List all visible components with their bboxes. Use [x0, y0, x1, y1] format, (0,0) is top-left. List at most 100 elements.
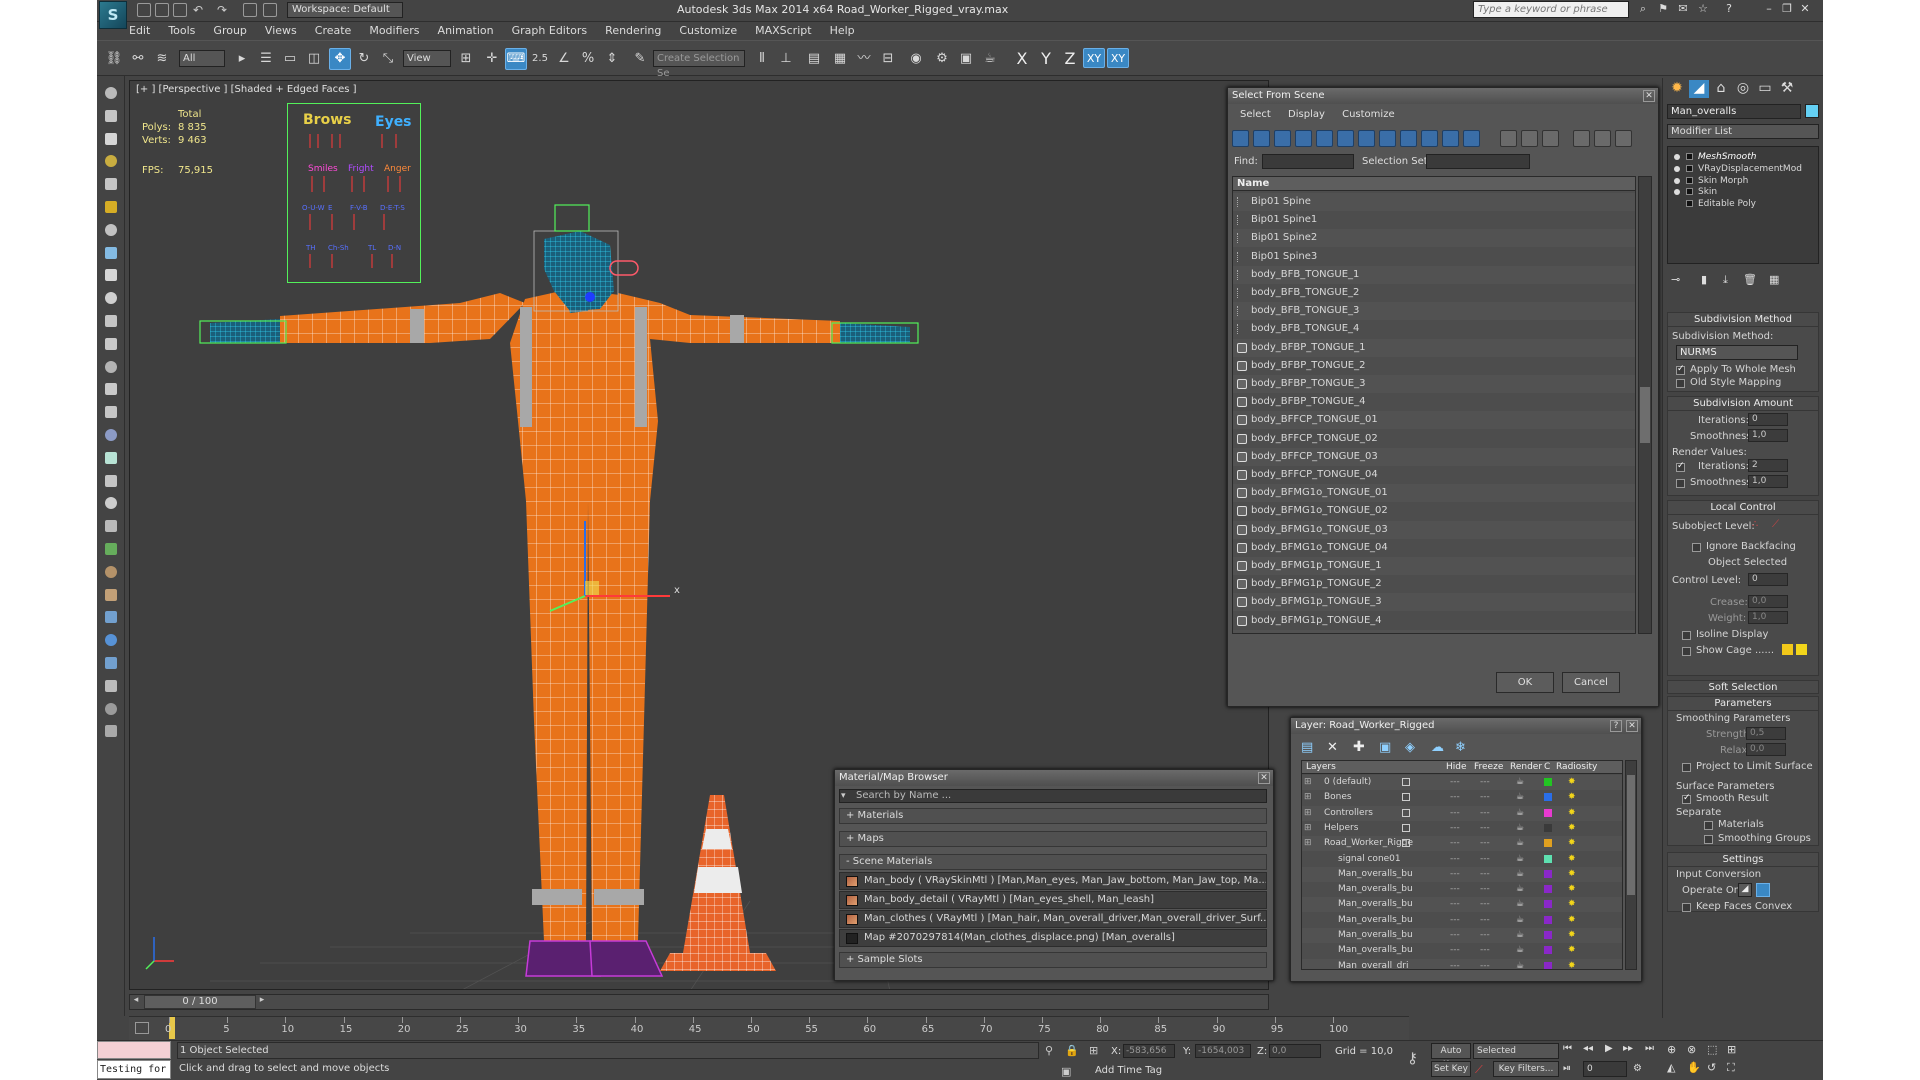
sfs-menu-display[interactable]: Display	[1288, 109, 1325, 120]
control-level-spinner[interactable]: 0	[1748, 573, 1788, 586]
layer-render-teapot-icon[interactable]: ☕	[1516, 943, 1524, 958]
scene-list-scroll-thumb[interactable]	[1640, 387, 1650, 443]
cloth-icon[interactable]	[101, 608, 121, 626]
layer-hide-toggle[interactable]: ---	[1450, 867, 1460, 882]
display-filter-3-icon[interactable]	[1274, 130, 1291, 147]
auto-key-button[interactable]: Auto Key	[1431, 1043, 1471, 1070]
display-filter-8-icon[interactable]	[1379, 130, 1396, 147]
isoline-display-checkbox[interactable]	[1682, 631, 1691, 640]
maximize-viewport-icon[interactable]: ⛶	[1727, 1061, 1735, 1075]
isolate-icon[interactable]: ⚲	[1045, 1044, 1053, 1057]
col-layers[interactable]: Layers	[1306, 762, 1336, 772]
layer-row[interactable]: ⊞ Controllers --- --- ☕ ✸	[1302, 805, 1622, 821]
material-search-input[interactable]: Search by Name ...	[839, 789, 1267, 803]
col-freeze[interactable]: Freeze	[1474, 762, 1503, 772]
cancel-button[interactable]: Cancel	[1562, 672, 1620, 693]
scene-row[interactable]: body_BFMG1p_TONGUE_4	[1233, 611, 1635, 630]
play-icon[interactable]: ▶	[1605, 1043, 1613, 1054]
ok-button[interactable]: OK	[1496, 672, 1554, 693]
cage-color-swatch-2[interactable]	[1796, 644, 1807, 655]
layer-freeze-toggle[interactable]: ---	[1480, 943, 1490, 958]
layer-radiosity-bulb-icon[interactable]: ✸	[1568, 882, 1576, 897]
subdivision-method-dropdown[interactable]: NURMS	[1676, 345, 1798, 360]
scene-row[interactable]: Bip01 Spine1	[1233, 211, 1635, 230]
layer-hide-checkbox[interactable]	[1402, 839, 1410, 848]
helper-icon[interactable]	[101, 244, 121, 262]
pin-stack-icon[interactable]: ⊸	[1671, 273, 1680, 286]
smoothness-spinner[interactable]: 1,0	[1748, 429, 1788, 442]
layer-color-swatch[interactable]	[1544, 793, 1552, 802]
geosphere-icon[interactable]	[101, 403, 121, 421]
scene-row[interactable]: body_BFBP_TONGUE_4	[1233, 393, 1635, 412]
redo-icon[interactable]: ↷	[217, 3, 231, 17]
layer-color-swatch[interactable]	[1544, 900, 1552, 909]
plane-icon[interactable]	[101, 312, 121, 330]
layer-color-swatch[interactable]	[1544, 946, 1552, 955]
selection-lock-icon[interactable]: 🔒	[1065, 1044, 1079, 1057]
ignore-backfacing-checkbox[interactable]	[1692, 543, 1701, 552]
modify-tab-icon[interactable]: ◢	[1689, 80, 1709, 98]
scene-materials-section[interactable]: - Scene Materials	[839, 854, 1267, 870]
layer-expand-icon[interactable]: ⊞	[1304, 806, 1312, 821]
create-layer-icon[interactable]: ▤	[1301, 740, 1313, 755]
zoom-all-icon[interactable]: ⊗	[1687, 1043, 1696, 1056]
layer-row[interactable]: Man_overalls_bu --- --- ☕ ✸	[1302, 866, 1622, 882]
modifier-enable-bulb-icon[interactable]	[1674, 189, 1680, 196]
snaps-toggle-icon[interactable]: 2.5	[529, 48, 551, 70]
menu-create[interactable]: Create	[315, 22, 352, 40]
layer-radiosity-bulb-icon[interactable]: ✸	[1568, 913, 1576, 928]
menu-modifiers[interactable]: Modifiers	[369, 22, 419, 40]
menu-customize[interactable]: Customize	[679, 22, 737, 40]
display-filter-13-icon[interactable]	[1500, 130, 1517, 147]
show-end-result-icon[interactable]: ▮	[1701, 273, 1707, 286]
operate-on-polygons-icon[interactable]	[1756, 883, 1770, 897]
layer-freeze-toggle[interactable]: ---	[1480, 928, 1490, 943]
scene-row[interactable]: body_BFFCP_TONGUE_01	[1233, 411, 1635, 430]
help-icon[interactable]: ?	[1610, 720, 1622, 732]
layer-row[interactable]: ⊞ Road_Worker_Rigge --- --- ☕ ✸	[1302, 836, 1622, 852]
display-filter-1-icon[interactable]	[1232, 130, 1249, 147]
layer-hide-toggle[interactable]: ---	[1450, 943, 1460, 958]
menu-help[interactable]: Help	[830, 22, 855, 40]
display-filter-9-icon[interactable]	[1400, 130, 1417, 147]
zoom-extents-icon[interactable]: ⬚	[1707, 1043, 1717, 1056]
layer-freeze-toggle[interactable]: ---	[1480, 836, 1490, 851]
layer-row[interactable]: signal cone01 --- --- ☕ ✸	[1302, 851, 1622, 867]
layer-radiosity-bulb-icon[interactable]: ✸	[1568, 790, 1576, 805]
modifier-stack-item[interactable]: Skin	[1668, 186, 1818, 198]
modifier-enable-bulb-icon[interactable]	[1674, 154, 1680, 160]
add-time-tag[interactable]: Add Time Tag	[1095, 1065, 1162, 1076]
restore-icon[interactable]: ❐	[1781, 3, 1793, 15]
undo-icon[interactable]: ↶	[193, 3, 207, 17]
graphite-ribbon-icon[interactable]: ▦	[829, 48, 851, 70]
link-icon[interactable]: ⛓	[103, 48, 125, 70]
menu-views[interactable]: Views	[265, 22, 297, 40]
modifier-stack-item[interactable]: Skin Morph	[1668, 175, 1818, 187]
select-in-layer-icon[interactable]: ▣	[1379, 740, 1391, 755]
layer-radiosity-bulb-icon[interactable]: ✸	[1568, 852, 1576, 867]
axis-xy-cycle[interactable]: XY	[1107, 48, 1129, 68]
render-smoothness-spinner[interactable]: 1,0	[1748, 475, 1788, 488]
maps-section[interactable]: + Maps	[839, 831, 1267, 847]
prev-frame-arrow-icon[interactable]: ◂	[130, 995, 142, 1009]
layer-row[interactable]: Man_overalls_bu --- --- ☕ ✸	[1302, 943, 1622, 959]
favorites-star-icon[interactable]: ☆	[1697, 3, 1709, 15]
layer-render-teapot-icon[interactable]: ☕	[1516, 821, 1524, 836]
scene-row[interactable]: body_BFB_TONGUE_2	[1233, 284, 1635, 302]
layer-render-teapot-icon[interactable]: ☕	[1516, 852, 1524, 867]
layer-render-teapot-icon[interactable]: ☕	[1516, 928, 1524, 943]
teapot-icon[interactable]	[101, 84, 121, 102]
edge-level-icon[interactable]: ⟋	[1772, 519, 1779, 530]
display-filter-18-icon[interactable]	[1615, 130, 1632, 147]
render-setup-icon[interactable]: ⚙	[931, 48, 953, 70]
ffd-icon[interactable]	[101, 517, 121, 535]
create-tab-icon[interactable]: ✹	[1667, 80, 1687, 98]
display-filter-11-icon[interactable]	[1442, 130, 1459, 147]
parameters-header[interactable]: Parameters	[1668, 697, 1818, 711]
shape-icon[interactable]	[101, 426, 121, 444]
scene-row[interactable]: body_BFMG1o_TONGUE_02	[1233, 502, 1635, 521]
layer-expand-icon[interactable]: ⊞	[1304, 836, 1312, 851]
scene-list-scrollbar[interactable]	[1638, 176, 1652, 634]
twist-icon[interactable]	[101, 494, 121, 512]
menu-rendering[interactable]: Rendering	[605, 22, 661, 40]
